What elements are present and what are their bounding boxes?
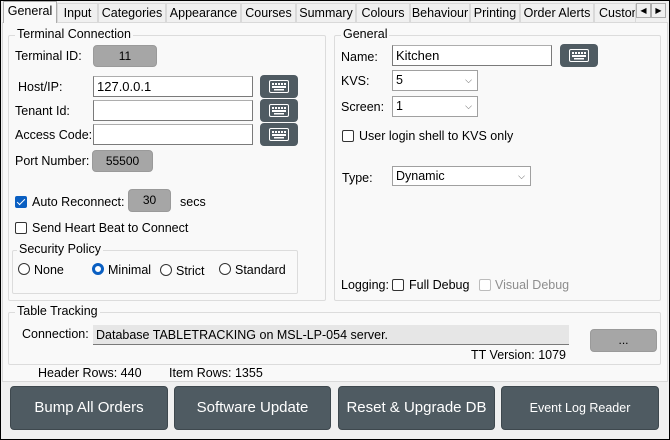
tab-summary[interactable]: Summary xyxy=(296,3,356,23)
full-debug-label: Full Debug xyxy=(409,278,470,292)
radio-standard-label: Standard xyxy=(235,263,286,277)
radio-none-label: None xyxy=(34,263,64,277)
auto-reconnect-label: Auto Reconnect: xyxy=(32,195,125,209)
terminal-id-field[interactable]: 11 xyxy=(93,45,157,67)
tab-order-alerts[interactable]: Order Alerts xyxy=(520,3,594,23)
reset-upgrade-db-button[interactable]: Reset & Upgrade DB xyxy=(338,386,495,430)
kvs-label: KVS: xyxy=(341,74,370,88)
tab-scroll-left-icon[interactable]: ◀ xyxy=(636,3,651,18)
tab-colours[interactable]: Colours xyxy=(356,3,410,23)
heartbeat-checkbox[interactable] xyxy=(15,222,27,234)
type-value: Dynamic xyxy=(396,169,445,183)
login-shell-checkbox[interactable] xyxy=(342,130,354,142)
tab-input[interactable]: Input xyxy=(57,3,98,23)
radio-minimal[interactable] xyxy=(92,263,104,275)
radio-strict[interactable] xyxy=(160,264,172,276)
keyboard-icon xyxy=(269,128,289,141)
item-rows: Item Rows: 1355 xyxy=(169,366,263,380)
logging-label: Logging: xyxy=(341,278,389,292)
host-input[interactable]: 127.0.0.1 xyxy=(93,76,253,97)
port-field[interactable]: 55500 xyxy=(92,150,153,172)
tab-categories[interactable]: Categories xyxy=(98,3,166,23)
tenant-input[interactable] xyxy=(93,100,253,121)
type-label: Type: xyxy=(342,171,373,185)
radio-strict-label: Strict xyxy=(176,264,205,278)
name-label: Name: xyxy=(341,50,378,64)
connection-label: Connection: xyxy=(22,327,89,341)
keyboard-icon xyxy=(269,80,289,93)
name-input[interactable]: Kitchen xyxy=(392,45,552,66)
visual-debug-checkbox[interactable] xyxy=(479,279,491,291)
connection-field: Database TABLETRACKING on MSL-LP-054 ser… xyxy=(93,325,569,345)
keyboard-button-tenant[interactable] xyxy=(260,99,298,122)
group-title: Terminal Connection xyxy=(15,27,133,41)
tt-version: TT Version: 1079 xyxy=(471,348,566,362)
radio-none[interactable] xyxy=(18,263,30,275)
header-rows: Header Rows: 440 xyxy=(38,366,142,380)
tenant-label: Tenant Id: xyxy=(15,104,70,118)
bump-all-orders-button[interactable]: Bump All Orders xyxy=(10,386,168,430)
chevron-down-icon: ⌵ xyxy=(465,75,472,85)
screen-value: 1 xyxy=(396,99,403,113)
group-title: Security Policy xyxy=(17,242,103,256)
tab-appearance[interactable]: Appearance xyxy=(166,3,241,23)
terminal-id-label: Terminal ID: xyxy=(15,49,82,63)
group-title: Table Tracking xyxy=(15,304,100,318)
full-debug-checkbox[interactable] xyxy=(392,279,404,291)
port-label: Port Number: xyxy=(15,154,90,168)
chevron-down-icon: ⌵ xyxy=(518,171,525,181)
type-select[interactable]: Dynamic ⌵ xyxy=(392,166,531,186)
reconnect-secs-field[interactable]: 30 xyxy=(128,189,171,212)
access-code-label: Access Code: xyxy=(15,128,93,142)
tab-behaviour[interactable]: Behaviour xyxy=(410,3,470,23)
browse-connection-button[interactable]: ... xyxy=(590,329,657,352)
keyboard-button-access[interactable] xyxy=(260,123,298,146)
keyboard-icon xyxy=(269,104,289,117)
tab-general[interactable]: General xyxy=(3,1,57,23)
screen-select[interactable]: 1 ⌵ xyxy=(392,96,478,117)
tab-scroll-right-icon[interactable]: ▶ xyxy=(651,3,666,18)
kvs-select[interactable]: 5 ⌵ xyxy=(392,70,478,91)
screen-label: Screen: xyxy=(341,100,385,114)
keyboard-button-name[interactable] xyxy=(560,44,598,67)
access-code-input[interactable] xyxy=(93,124,253,145)
tab-courses[interactable]: Courses xyxy=(241,3,296,23)
keyboard-icon xyxy=(569,49,589,62)
event-log-reader-button[interactable]: Event Log Reader xyxy=(501,386,659,430)
tab-printing[interactable]: Printing xyxy=(470,3,520,23)
software-update-button[interactable]: Software Update xyxy=(174,386,331,430)
group-title: General xyxy=(341,27,390,41)
secs-label: secs xyxy=(180,195,206,209)
heartbeat-label: Send Heart Beat to Connect xyxy=(32,221,189,235)
tab-custom[interactable]: Custom xyxy=(594,3,636,23)
login-shell-label: User login shell to KVS only xyxy=(359,129,514,143)
radio-minimal-label: Minimal xyxy=(108,263,152,277)
chevron-down-icon: ⌵ xyxy=(465,101,472,111)
host-label: Host/IP: xyxy=(18,80,63,94)
keyboard-button-host[interactable] xyxy=(260,75,298,98)
visual-debug-label: Visual Debug xyxy=(495,278,570,292)
radio-standard[interactable] xyxy=(219,263,231,275)
auto-reconnect-checkbox[interactable] xyxy=(15,196,27,208)
kvs-value: 5 xyxy=(396,73,403,87)
